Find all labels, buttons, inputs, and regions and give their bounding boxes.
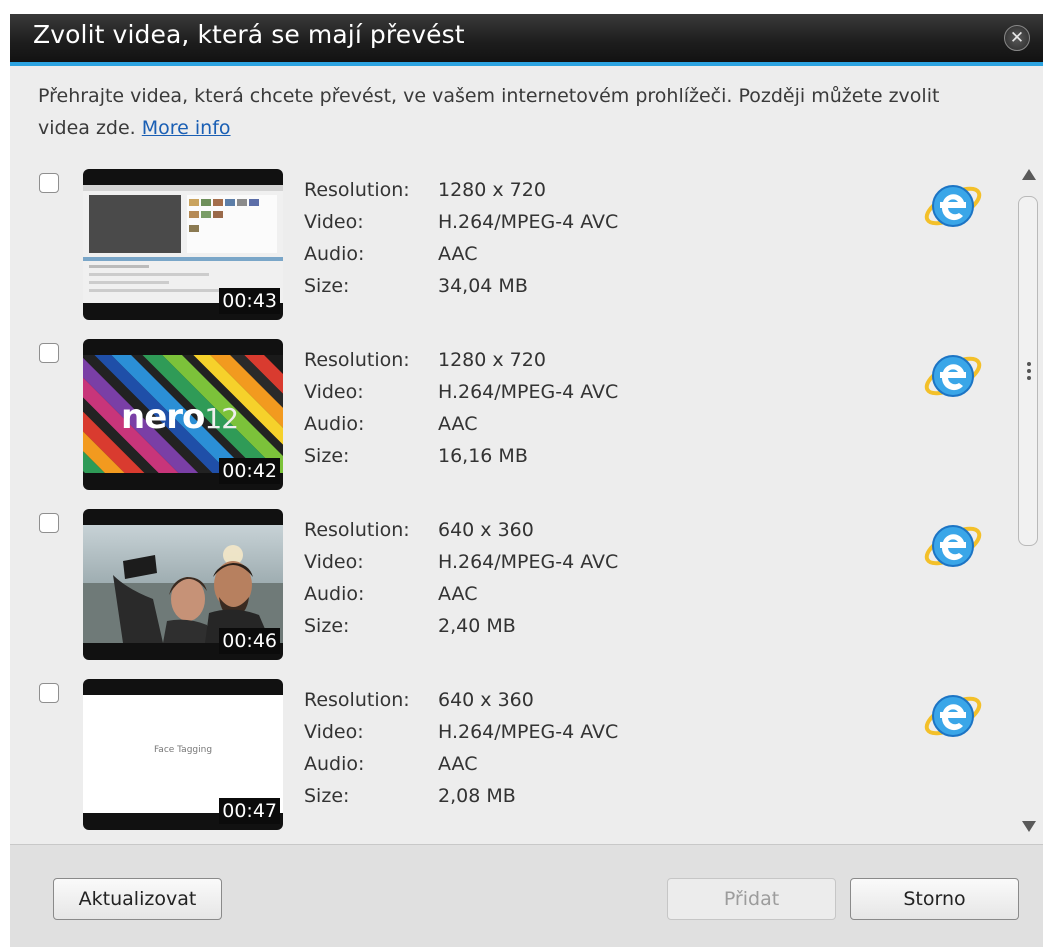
video-select-checkbox[interactable] (39, 513, 59, 533)
size-value: 2,40 MB (438, 615, 516, 637)
resolution-label: Resolution: (304, 349, 410, 371)
size-label: Size: (304, 785, 350, 807)
video-duration: 00:42 (219, 458, 280, 484)
audio-label: Audio: (304, 753, 365, 775)
video-label: Video: (304, 551, 364, 573)
face-tagging-thumb-text: Face Tagging (153, 745, 213, 755)
size-label: Size: (304, 275, 350, 297)
title-bar: Zvolit videa, která se mají převést ✕ (10, 14, 1043, 66)
video-info: Resolution: 1280 x 720 Video: H.264/MPEG-4… (304, 174, 618, 302)
size-value: 34,04 MB (438, 275, 528, 297)
video-info: Resolution: 640 x 360 Video: H.264/MPEG-4 … (304, 684, 618, 812)
audio-label: Audio: (304, 243, 365, 265)
dialog-title: Zvolit videa, která se mají převést (33, 20, 465, 49)
video-thumbnail: nero12 00:42 (83, 339, 283, 490)
video-codec-value: H.264/MPEG-4 AVC (438, 381, 619, 403)
convert-videos-dialog: Zvolit videa, která se mají převést ✕ Př… (10, 14, 1043, 947)
video-label: Video: (304, 381, 364, 403)
nero-logo-text: nero12 (121, 397, 239, 437)
screenshot-thumbnail-image (83, 185, 283, 303)
internet-explorer-icon[interactable] (923, 684, 983, 744)
video-info: Resolution: 1280 x 720 Video: H.264/MPEG-4… (304, 344, 618, 472)
resolution-label: Resolution: (304, 689, 410, 711)
video-codec-value: H.264/MPEG-4 AVC (438, 211, 619, 233)
audio-codec-value: AAC (438, 243, 478, 265)
size-value: 2,08 MB (438, 785, 516, 807)
video-thumbnail: Face Tagging 00:47 (83, 679, 283, 830)
size-value: 16,16 MB (438, 445, 528, 467)
intro-text: Přehrajte videa, která chcete převést, v… (38, 80, 978, 144)
video-list-item: 00:46 Resolution: 640 x 360 Video: H.264/M… (10, 502, 1014, 662)
scroll-down-arrow-icon[interactable] (1022, 821, 1036, 832)
nero-logo-version: 12 (204, 402, 239, 435)
cancel-button[interactable]: Storno (850, 878, 1019, 920)
video-thumbnail: 00:46 (83, 509, 283, 660)
video-duration: 00:47 (219, 798, 280, 824)
video-list[interactable]: 00:43 Resolution: 1280 x 720 Video: H.264/… (10, 162, 1014, 842)
audio-codec-value: AAC (438, 753, 478, 775)
video-codec-value: H.264/MPEG-4 AVC (438, 721, 619, 743)
resolution-label: Resolution: (304, 179, 410, 201)
audio-label: Audio: (304, 413, 365, 435)
video-label: Video: (304, 211, 364, 233)
video-duration: 00:43 (219, 288, 280, 314)
close-button[interactable]: ✕ (1004, 25, 1030, 51)
nero-logo-word: nero (121, 397, 205, 437)
size-label: Size: (304, 615, 350, 637)
more-info-link[interactable]: More info (142, 117, 231, 139)
audio-codec-value: AAC (438, 413, 478, 435)
resolution-value: 640 x 360 (438, 689, 534, 711)
internet-explorer-icon[interactable] (923, 344, 983, 404)
audio-label: Audio: (304, 583, 365, 605)
video-duration: 00:46 (219, 628, 280, 654)
video-select-checkbox[interactable] (39, 173, 59, 193)
vertical-scrollbar[interactable] (1015, 162, 1043, 842)
resolution-label: Resolution: (304, 519, 410, 541)
video-select-checkbox[interactable] (39, 683, 59, 703)
video-info: Resolution: 640 x 360 Video: H.264/MPEG-4 … (304, 514, 618, 642)
video-codec-value: H.264/MPEG-4 AVC (438, 551, 619, 573)
internet-explorer-icon[interactable] (923, 174, 983, 234)
close-icon: ✕ (1009, 28, 1025, 48)
audio-codec-value: AAC (438, 583, 478, 605)
resolution-value: 1280 x 720 (438, 349, 546, 371)
video-list-item: nero12 00:42 Resolution: 1280 x 720 Video… (10, 332, 1014, 492)
size-label: Size: (304, 445, 350, 467)
internet-explorer-icon[interactable] (923, 514, 983, 574)
video-label: Video: (304, 721, 364, 743)
grip-dots-icon (1027, 362, 1031, 366)
refresh-button[interactable]: Aktualizovat (53, 878, 222, 920)
selfie-thumbnail-image (83, 525, 283, 643)
scroll-up-arrow-icon[interactable] (1022, 169, 1036, 180)
video-list-item: Face Tagging 00:47 Resolution: 640 x 360 … (10, 672, 1014, 832)
resolution-value: 640 x 360 (438, 519, 534, 541)
dialog-footer: Aktualizovat Přidat Storno (10, 844, 1043, 947)
add-button[interactable]: Přidat (667, 878, 836, 920)
video-select-checkbox[interactable] (39, 343, 59, 363)
video-thumbnail: 00:43 (83, 169, 283, 320)
scrollbar-thumb[interactable] (1018, 196, 1038, 546)
video-list-item: 00:43 Resolution: 1280 x 720 Video: H.264/… (10, 162, 1014, 322)
resolution-value: 1280 x 720 (438, 179, 546, 201)
